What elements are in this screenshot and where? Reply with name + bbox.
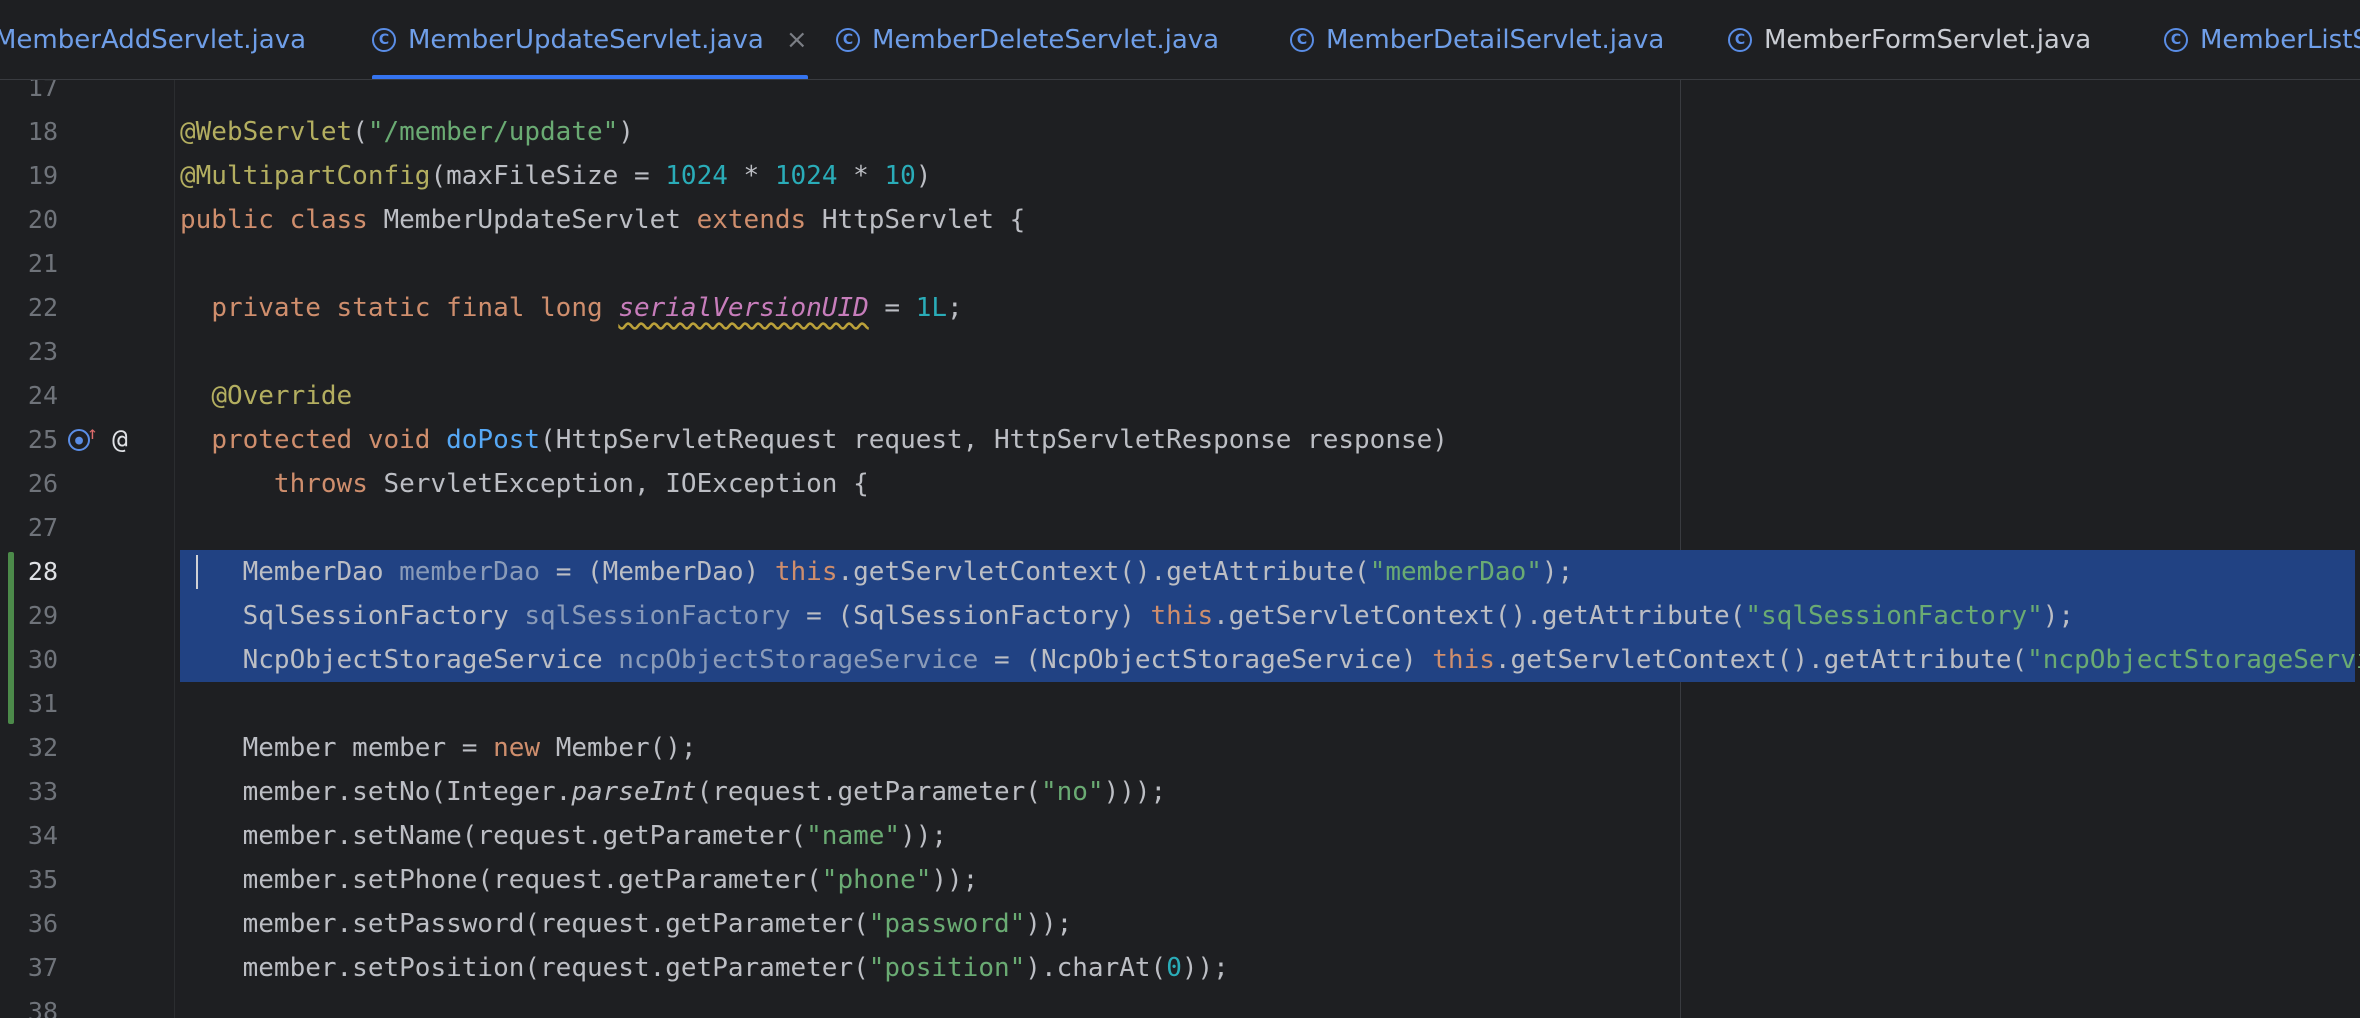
code-text[interactable]: member.setName(request.getParameter("nam… [180, 814, 947, 858]
arrow-up-icon: ↑ [87, 423, 98, 444]
code-text[interactable]: member.setPassword(request.getParameter(… [180, 902, 1073, 946]
line-number: 22 [27, 293, 58, 322]
tab-label: MemberDetailServlet.java [1326, 25, 1665, 55]
line-number: 20 [27, 205, 58, 234]
tab-memberdeleteservlet[interactable]: C MemberDeleteServlet.java [836, 0, 1220, 79]
code-line: 21 [0, 242, 2360, 286]
code-line: 25 ● ↑ @ protected void doPost(HttpServletR… [0, 418, 2360, 462]
vcs-change-marker[interactable] [8, 552, 14, 724]
code-line: 23 [0, 330, 2360, 374]
code-line: 30 NcpObjectStorageService ncpObjectStor… [0, 638, 2360, 682]
close-icon[interactable]: × [786, 25, 808, 55]
code-line: 29 SqlSessionFactory sqlSessionFactory =… [0, 594, 2360, 638]
code-line: 27 [0, 506, 2360, 550]
code-line: 24 @Override [0, 374, 2360, 418]
java-class-icon: C [372, 28, 396, 52]
code-text[interactable]: member.setPosition(request.getParameter(… [180, 946, 1229, 990]
override-method-icon[interactable]: ● ↑ [68, 423, 98, 451]
code-line: 20 public class MemberUpdateServlet exten… [0, 198, 2360, 242]
text-caret [196, 555, 198, 589]
line-number: 27 [27, 513, 58, 542]
code-text[interactable]: Member member = new Member(); [180, 726, 697, 770]
java-class-icon: C [836, 28, 860, 52]
java-class-icon: C [1728, 28, 1752, 52]
line-number: 38 [27, 997, 58, 1018]
code-line: 31 [0, 682, 2360, 726]
line-number: 26 [27, 469, 58, 498]
annotation-icon[interactable]: @ [106, 425, 134, 455]
line-number: 37 [27, 953, 58, 982]
code-line: 35 member.setPhone(request.getParameter(… [0, 858, 2360, 902]
code-text[interactable]: private static final long serialVersionU… [180, 286, 962, 330]
java-class-icon: C [2164, 28, 2188, 52]
tab-label: MemberListServlet.java [2200, 25, 2360, 55]
code-line: 28 MemberDao memberDao = (MemberDao) thi… [0, 550, 2360, 594]
code-line: 33 member.setNo(Integer.parseInt(request… [0, 770, 2360, 814]
tab-memberformservlet[interactable]: C MemberFormServlet.java [1728, 0, 2092, 79]
code-text[interactable]: @WebServlet("/member/update") [180, 110, 634, 154]
editor-tab-bar: MemberAddServlet.java C MemberUpdateServle… [0, 0, 2360, 80]
line-number: 21 [27, 249, 58, 278]
line-number: 36 [27, 909, 58, 938]
code-text[interactable]: member.setPhone(request.getParameter("ph… [180, 858, 979, 902]
code-line: 38 [0, 990, 2360, 1018]
code-text[interactable]: throws ServletException, IOException { [180, 462, 869, 506]
code-editor[interactable]: 17 18 @WebServlet("/member/update") 19 @Mult… [0, 80, 2360, 1018]
line-number: 24 [27, 381, 58, 410]
code-line: 26 throws ServletException, IOException … [0, 462, 2360, 506]
code-text[interactable]: SqlSessionFactory sqlSessionFactory = (S… [180, 594, 2074, 638]
line-number: 35 [27, 865, 58, 894]
line-number: 23 [27, 337, 58, 366]
tab-memberaddservlet[interactable]: MemberAddServlet.java [0, 0, 307, 79]
code-text[interactable]: public class MemberUpdateServlet extends… [180, 198, 1025, 242]
code-line: 17 [0, 80, 2360, 110]
code-line: 37 member.setPosition(request.getParamet… [0, 946, 2360, 990]
java-class-icon: C [1290, 28, 1314, 52]
code-line: 18 @WebServlet("/member/update") [0, 110, 2360, 154]
line-number: 18 [27, 117, 58, 146]
code-line: 36 member.setPassword(request.getParamet… [0, 902, 2360, 946]
tab-label: MemberDeleteServlet.java [872, 25, 1220, 55]
code-text[interactable]: protected void doPost(HttpServletRequest… [180, 418, 1448, 462]
tab-label: MemberUpdateServlet.java [408, 25, 764, 55]
tab-label: MemberAddServlet.java [0, 25, 307, 55]
code-text[interactable]: @Override [180, 374, 352, 418]
line-number: 25 [27, 425, 58, 454]
tab-memberlistservlet[interactable]: C MemberListServlet.java [2164, 0, 2360, 79]
tab-label: MemberFormServlet.java [1764, 25, 2092, 55]
line-number: 34 [27, 821, 58, 850]
code-text[interactable]: NcpObjectStorageService ncpObjectStorage… [180, 638, 2360, 682]
tab-memberupdateservlet[interactable]: C MemberUpdateServlet.java × [372, 0, 808, 79]
line-number: 33 [27, 777, 58, 806]
code-line: 34 member.setName(request.getParameter("… [0, 814, 2360, 858]
tab-memberdetailservlet[interactable]: C MemberDetailServlet.java [1290, 0, 1665, 79]
line-number: 32 [27, 733, 58, 762]
code-text[interactable]: member.setNo(Integer.parseInt(request.ge… [180, 770, 1167, 814]
code-line: 22 private static final long serialVersi… [0, 286, 2360, 330]
gutter-icons: ● ↑ @ [68, 418, 134, 462]
code-line: 19 @MultipartConfig(maxFileSize = 1024 * … [0, 154, 2360, 198]
line-number: 19 [27, 161, 58, 190]
code-text[interactable]: MemberDao memberDao = (MemberDao) this.g… [180, 550, 1574, 594]
line-number: 17 [27, 80, 58, 102]
code-line: 32 Member member = new Member(); [0, 726, 2360, 770]
code-text[interactable]: @MultipartConfig(maxFileSize = 1024 * 10… [180, 154, 931, 198]
